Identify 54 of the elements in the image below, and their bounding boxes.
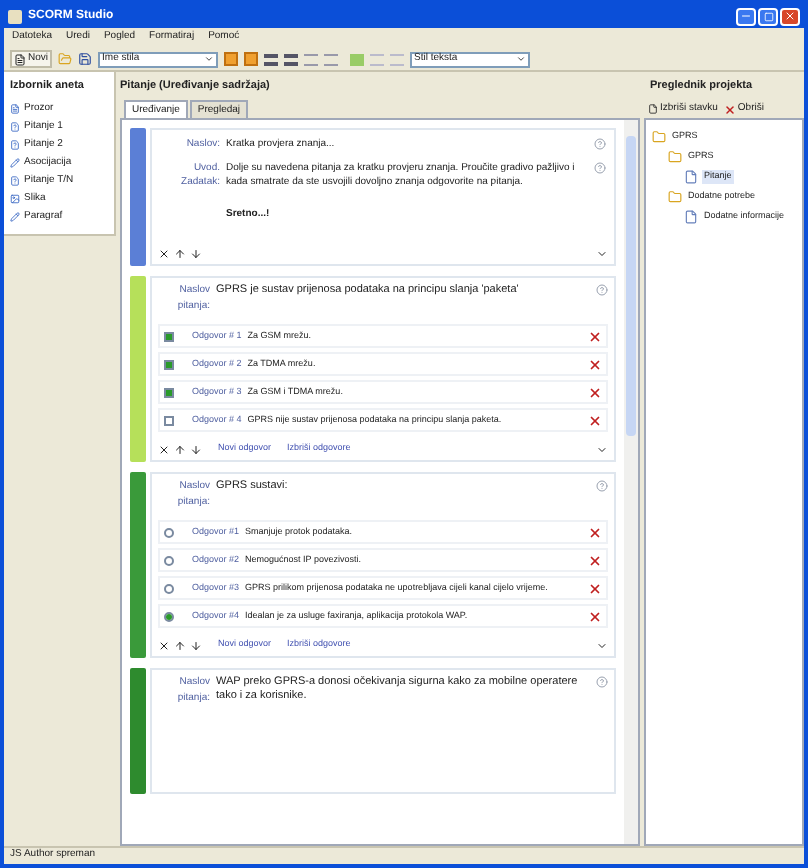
maximize-icon: [763, 11, 773, 21]
up-arrow-icon[interactable]: [174, 443, 186, 456]
expand-icon[interactable]: [596, 247, 608, 260]
delete-icon[interactable]: [588, 385, 602, 400]
radio-button[interactable]: [164, 583, 174, 594]
caret-icon: [516, 54, 527, 64]
delete-icon[interactable]: [588, 413, 602, 428]
close-icon: [784, 10, 796, 22]
delete-icon[interactable]: [158, 639, 170, 652]
folder-icon: [668, 189, 682, 204]
radio-button[interactable]: [164, 555, 174, 566]
up-arrow-icon[interactable]: [174, 247, 186, 260]
help-icon[interactable]: [596, 480, 608, 493]
page-icon: [684, 169, 698, 184]
italic-toggle[interactable]: [244, 52, 259, 66]
delete-icon[interactable]: [588, 329, 602, 344]
checkbox[interactable]: [164, 387, 174, 398]
delete-icon[interactable]: [158, 443, 170, 456]
caret-icon: [204, 54, 215, 64]
help-icon[interactable]: [596, 284, 608, 297]
radio-button[interactable]: [164, 527, 174, 538]
expand-icon[interactable]: [596, 639, 608, 652]
scrollbar[interactable]: [624, 120, 638, 844]
maximize-button[interactable]: [758, 7, 778, 25]
save-icon[interactable]: [78, 52, 93, 66]
help-icon[interactable]: [596, 676, 608, 689]
app-icon: [8, 9, 22, 23]
folder-icon: [668, 149, 682, 164]
folder-icon: [652, 129, 666, 144]
bold-toggle[interactable]: [224, 52, 239, 66]
delete-icon: [723, 103, 736, 116]
checkbox[interactable]: [164, 359, 174, 370]
up-arrow-icon[interactable]: [174, 639, 186, 652]
checkbox[interactable]: [164, 331, 174, 342]
minimize-icon: [740, 10, 752, 22]
delete-icon[interactable]: [588, 357, 602, 372]
help-icon[interactable]: [594, 161, 606, 174]
minimize-button[interactable]: [736, 7, 756, 25]
delete-icon[interactable]: [158, 247, 170, 260]
delete-icon[interactable]: [588, 525, 602, 540]
delete-icon[interactable]: [588, 609, 602, 624]
close-button[interactable]: [780, 7, 800, 25]
open-folder-icon[interactable]: [58, 52, 73, 66]
delete-icon[interactable]: [588, 553, 602, 568]
down-arrow-icon[interactable]: [190, 639, 202, 652]
delete-icon[interactable]: [588, 581, 602, 596]
expand-icon[interactable]: [596, 443, 608, 456]
down-arrow-icon[interactable]: [190, 443, 202, 456]
page-icon: [648, 104, 658, 115]
help-icon[interactable]: [594, 138, 606, 151]
radio-button[interactable]: [164, 611, 174, 622]
checkbox[interactable]: [164, 415, 174, 426]
down-arrow-icon[interactable]: [190, 247, 202, 260]
page-icon: [684, 209, 698, 224]
